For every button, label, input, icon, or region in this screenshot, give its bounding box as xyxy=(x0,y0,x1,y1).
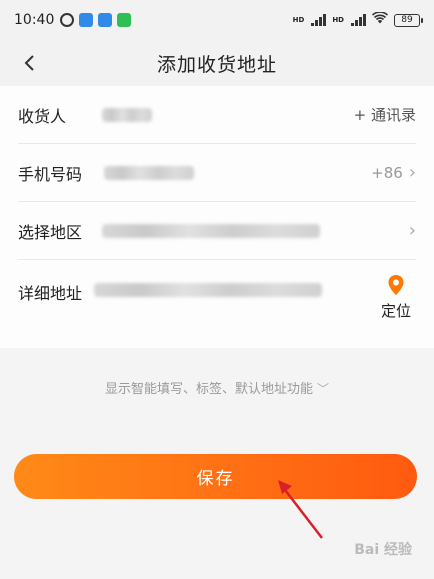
status-indicators: HD HD 89 xyxy=(292,11,423,28)
back-button[interactable] xyxy=(14,48,44,78)
signal-icon xyxy=(311,14,327,26)
save-button[interactable]: 保存 xyxy=(14,454,417,499)
country-code: +86 xyxy=(371,163,403,182)
region-arrow: › xyxy=(409,220,416,241)
page-title: 添加收货地址 xyxy=(156,53,277,76)
recipient-row: 收货人 + 通讯录 xyxy=(0,86,434,143)
address-input[interactable] xyxy=(94,280,322,297)
hd-icon: HD xyxy=(292,16,305,24)
country-code-selector[interactable]: +86 › xyxy=(371,162,416,183)
app-notification-icon xyxy=(79,13,94,27)
smart-fill-label: 显示智能填写、标签、默认地址功能 xyxy=(104,382,313,397)
watermark: Bai 经验 xyxy=(354,542,412,558)
app-notification-icon-2 xyxy=(98,13,113,27)
chevron-right-icon: › xyxy=(408,220,416,241)
status-time: 10:40 xyxy=(14,12,55,28)
phone-input[interactable] xyxy=(104,165,194,180)
smart-fill-toggle[interactable]: 显示智能填写、标签、默认地址功能 ﹀ xyxy=(0,378,434,397)
chevron-left-icon xyxy=(24,55,34,71)
status-bar: 10:40 HD HD 89 xyxy=(0,0,434,40)
signal-icon-2 xyxy=(351,14,366,26)
chevron-right-icon: › xyxy=(408,162,416,183)
locate-button[interactable]: 定位 xyxy=(376,274,416,321)
phone-row: 手机号码 +86 › xyxy=(0,144,434,201)
alarm-clock-icon xyxy=(60,13,75,27)
wechat-icon xyxy=(117,13,132,27)
recipient-input[interactable] xyxy=(102,107,152,122)
battery-icon: 89 xyxy=(394,13,423,27)
hd-icon-2: HD xyxy=(332,16,344,24)
chevron-down-icon: ﹀ xyxy=(317,382,330,396)
address-label: 详细地址 xyxy=(18,284,83,303)
location-pin-icon xyxy=(388,275,404,295)
contacts-button[interactable]: + 通讯录 xyxy=(354,104,416,125)
phone-label: 手机号码 xyxy=(18,164,83,184)
recipient-label: 收货人 xyxy=(18,106,67,126)
header: 添加收货地址 xyxy=(0,40,434,86)
region-value xyxy=(102,223,320,238)
locate-label: 定位 xyxy=(380,302,411,320)
address-line xyxy=(94,283,322,297)
wifi-icon xyxy=(371,11,389,28)
region-row[interactable]: 选择地区 › xyxy=(0,202,434,259)
region-label: 选择地区 xyxy=(18,222,83,242)
address-row: 详细地址 定位 xyxy=(0,260,434,348)
address-form: 收货人 + 通讯录 手机号码 +86 › 选择地区 › 详细地址 定位 xyxy=(0,86,434,348)
